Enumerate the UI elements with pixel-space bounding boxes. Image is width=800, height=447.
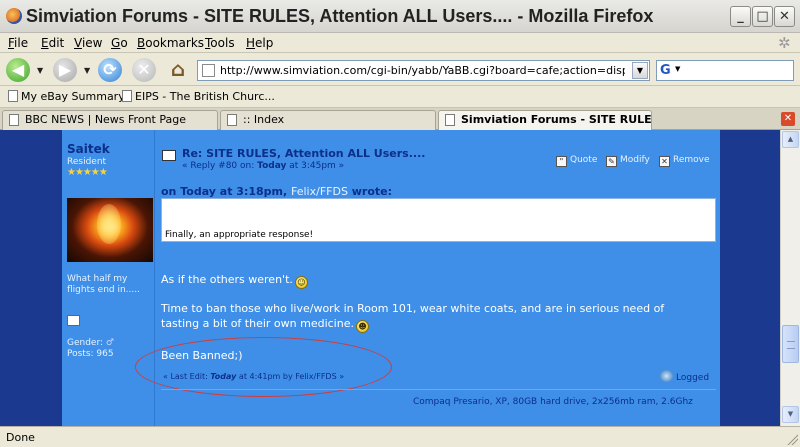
stop-icon: ✕ [137,60,151,79]
post-title[interactable]: Re: SITE RULES, Attention ALL Users.... [182,147,425,160]
menu-bookmarks[interactable]: Bookmarks [137,36,204,50]
scroll-down-button[interactable]: ▼ [782,406,799,423]
menu-bar: File Edit View Go Bookmarks Tools Help ✲ [0,33,800,53]
right-gutter [720,130,780,426]
bookmark-ebay[interactable]: My eBay Summary [8,90,125,103]
forum-post: Saitek Resident ★★★★★ What half my fligh… [62,130,720,426]
arrow-right-icon: ▶ [58,60,72,79]
quote-button[interactable]: " Quote [556,155,597,167]
scrollbar-thumb[interactable] [782,325,799,363]
bookmarks-toolbar: My eBay Summary EIPS - The British Churc… [0,86,800,108]
post-meta: « Reply #80 on: Today at 3:45pm » [182,161,345,171]
modify-icon: ✎ [606,156,617,167]
home-button[interactable]: ⌂ [166,58,190,82]
back-button[interactable]: ◀ [6,58,30,82]
menu-edit[interactable]: Edit [41,36,64,50]
forward-button[interactable]: ▶ [53,58,77,82]
google-search-icon[interactable]: G [660,63,675,78]
status-text: Done [6,431,35,444]
menu-tools[interactable]: Tools [205,36,235,50]
menu-view[interactable]: View [74,36,102,50]
scroll-up-button[interactable]: ▲ [782,131,799,148]
firefox-logo-icon [6,8,22,24]
male-icon: ♂ [105,338,114,348]
post-body-line-3: tasting a bit of their own medicine. ☻ [161,317,369,333]
throbber-icon: ✲ [778,34,791,52]
back-history-dropdown[interactable]: ▼ [37,66,43,75]
rank-stars-icon: ★★★★★ [67,167,108,178]
tab-index[interactable]: :: Index [220,110,436,130]
page-icon [9,114,19,126]
stop-button[interactable]: ✕ [132,58,156,82]
arrow-left-icon: ◀ [11,60,25,79]
page-icon [445,114,455,126]
grin-smiley-icon: ☻ [355,320,369,333]
title-bar: Simviation Forums - SITE RULES, Attentio… [0,0,800,33]
remove-icon: ✕ [659,156,670,167]
resize-grip-icon[interactable] [786,433,798,445]
avatar [67,198,153,262]
quote-icon: " [556,156,567,167]
reload-button[interactable]: ⟳ [98,58,122,82]
page-icon [122,90,132,102]
poster-gender: Gender: ♂ [67,338,114,348]
status-bar: Done [0,426,800,447]
poster-personal-text: What half my flights end in..... [67,274,140,295]
reload-icon: ⟳ [103,60,117,79]
quote-text: Finally, an appropriate response! [165,230,314,240]
annotation-circle [135,337,392,397]
search-engine-dropdown[interactable]: ▼ [675,65,680,73]
minimize-button[interactable]: _ [730,6,751,27]
menu-file[interactable]: File [8,36,28,50]
post-signature: Compaq Presario, XP, 80GB hard drive, 2x… [413,397,693,407]
ip-logged-icon [660,370,673,382]
home-icon: ⌂ [170,57,186,81]
maximize-button[interactable]: □ [752,6,773,27]
message-icon [162,150,176,161]
quote-box: Finally, an appropriate response! [161,198,716,242]
forward-history-dropdown[interactable]: ▼ [84,66,90,75]
cheesy-smiley-icon: ☺ [294,276,308,289]
poster-name[interactable]: Saitek [67,142,110,156]
remove-button[interactable]: ✕ Remove [659,155,710,167]
modify-button[interactable]: ✎ Modify [606,155,650,167]
tab-simviation[interactable]: Simviation Forums - SITE RULES,... [438,110,652,131]
close-tab-button[interactable]: ✕ [781,112,795,126]
poster-rank: Resident [67,157,107,167]
page-content: Saitek Resident ★★★★★ What half my fligh… [0,130,780,426]
quote-author-link[interactable]: Felix/FFDS [291,185,348,198]
search-box[interactable]: G ▼ [656,60,794,81]
quote-header: on Today at 3:18pm, Felix/FFDS wrote: [161,185,393,198]
url-history-dropdown[interactable]: ▼ [632,62,648,79]
url-text[interactable]: http://www.simviation.com/cgi-bin/yabb/Y… [220,64,625,77]
logged-ip-indicator: Logged [660,370,709,383]
menu-help[interactable]: Help [246,36,273,50]
bookmark-eips[interactable]: EIPS - The British Churc... [122,90,275,103]
post-body-line-1: As if the others weren't. ☺ [161,273,308,289]
poster-post-count: Posts: 965 [67,349,114,359]
page-favicon-icon [202,64,215,77]
explosion-flare [97,204,121,244]
navigation-toolbar: ◀ ▼ ▶ ▼ ⟳ ✕ ⌂ http://www.simviation.com/… [0,53,800,86]
signature-separator [161,389,716,390]
page-icon [227,114,237,126]
menu-go[interactable]: Go [111,36,128,50]
close-window-button[interactable]: ✕ [774,6,795,27]
window-title: Simviation Forums - SITE RULES, Attentio… [26,6,654,26]
tab-bbc-news[interactable]: BBC NEWS | News Front Page [2,110,218,130]
profile-book-icon[interactable] [67,315,80,326]
page-icon [8,90,18,102]
vertical-scrollbar[interactable]: ▲ ▼ [780,130,800,426]
tab-strip: BBC NEWS | News Front Page :: Index Simv… [0,108,800,131]
left-gutter [0,130,62,426]
address-bar[interactable]: http://www.simviation.com/cgi-bin/yabb/Y… [197,60,650,81]
post-body-line-2: Time to ban those who live/work in Room … [161,302,665,315]
